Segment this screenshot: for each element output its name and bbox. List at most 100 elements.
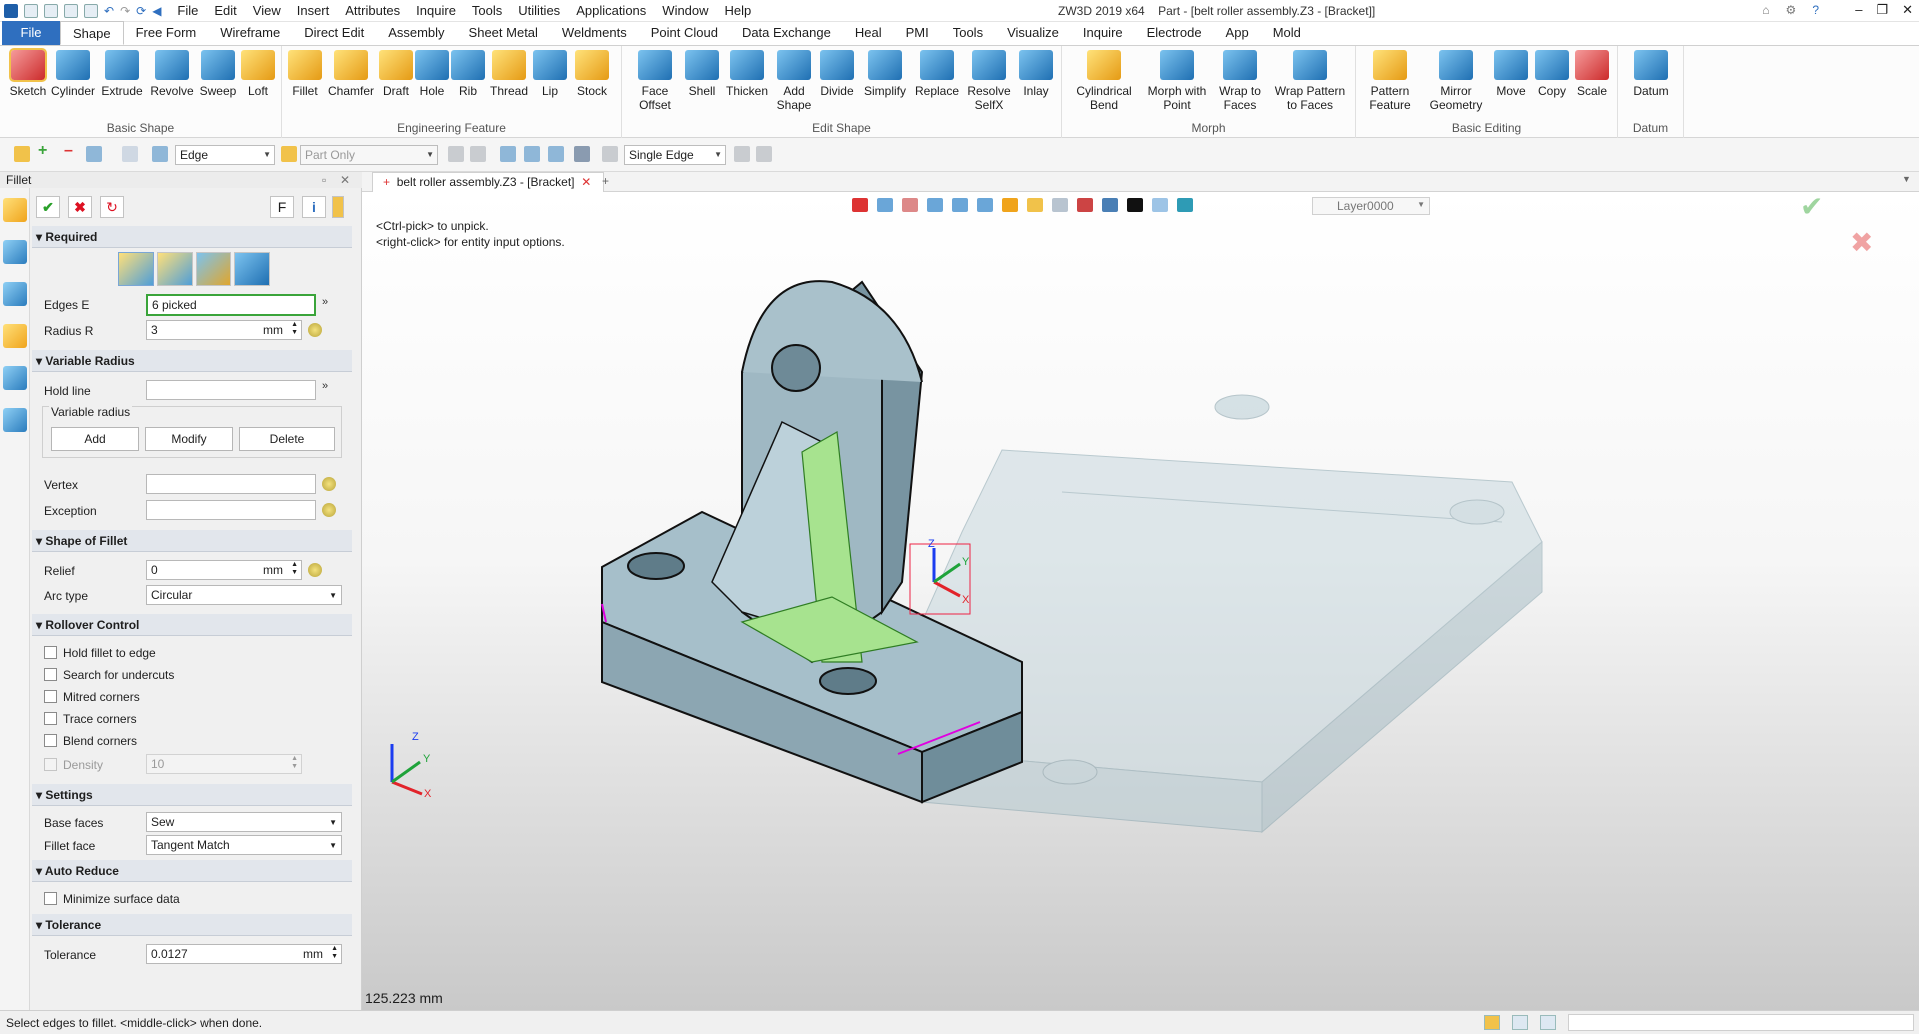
blend-corners-checkbox[interactable] [44,734,57,747]
tolerance-input[interactable]: 0.0127 mm ▲ ▼ [146,944,342,964]
variable-fillet-icon[interactable] [156,252,193,286]
pin-icon[interactable]: ▫ [322,172,326,188]
tab-visualize[interactable]: Visualize [995,21,1071,45]
scope-combo[interactable]: Part Only ▼ [300,145,438,165]
tab-shape[interactable]: Shape [60,21,124,45]
tab-heal[interactable]: Heal [843,21,894,45]
cursor-tool-icon[interactable] [574,146,590,162]
face-offset-button[interactable]: Face Offset [628,50,682,112]
apply-button[interactable]: ↻ [100,196,124,218]
menu-insert[interactable]: Insert [289,3,338,18]
pick-options-icon[interactable] [86,146,102,162]
menu-applications[interactable]: Applications [568,3,654,18]
cylindrical-bend-button[interactable]: Cylindrical Bend [1072,50,1136,112]
menu-window[interactable]: Window [654,3,716,18]
draft-button[interactable]: Draft [376,50,416,98]
part-scope-icon[interactable] [281,146,297,162]
tab-data-exchange[interactable]: Data Exchange [730,21,843,45]
thread-button[interactable]: Thread [486,50,532,98]
extrude-button[interactable]: Extrude [98,50,146,98]
print-selection-icon[interactable] [470,146,486,162]
menu-inquire[interactable]: Inquire [408,3,464,18]
copy-button[interactable]: Copy [1532,50,1572,98]
ok-button[interactable]: ✔ [36,196,60,218]
part-manager-icon[interactable] [3,324,27,348]
menu-utilities[interactable]: Utilities [510,3,568,18]
menu-file[interactable]: File [169,3,206,18]
assembly-tree-icon[interactable] [3,282,27,306]
section-settings[interactable]: ▾ Settings [32,784,352,806]
face-fillet-icon[interactable] [195,252,232,286]
section-rollover-control[interactable]: ▾ Rollover Control [32,614,352,636]
tab-point-cloud[interactable]: Point Cloud [639,21,730,45]
exception-pick-icon[interactable] [322,503,336,517]
tab-wireframe[interactable]: Wireframe [208,21,292,45]
sketch-button[interactable]: Sketch [6,48,50,98]
stock-button[interactable]: Stock [572,50,612,98]
search-undercuts-checkbox[interactable] [44,668,57,681]
radius-input[interactable]: 3 mm ▲ ▼ [146,320,302,340]
modify-button[interactable]: Modify [145,427,233,451]
hold-fillet-checkbox[interactable] [44,646,57,659]
add-button[interactable]: Add [51,427,139,451]
close-tab-icon[interactable]: ✕ [581,175,591,189]
move-button[interactable]: Move [1490,50,1532,98]
arc-type-select[interactable]: Circular ▼ [146,585,342,605]
menu-help[interactable]: Help [717,3,760,18]
order-icon[interactable] [548,146,564,162]
image-manager-icon[interactable] [3,366,27,390]
vertex-pick-icon[interactable] [322,477,336,491]
tab-direct-edit[interactable]: Direct Edit [292,21,376,45]
section-auto-reduce[interactable]: ▾ Auto Reduce [32,860,352,882]
base-faces-select[interactable]: Sew ▼ [146,812,342,832]
expand-edges-icon[interactable]: » [322,296,328,308]
pick-mode-combo[interactable]: Single Edge ▼ [624,145,726,165]
replace-button[interactable]: Replace [912,50,962,98]
filter-icon[interactable] [152,146,168,162]
loft-button[interactable]: Loft [238,50,278,98]
radius-pick-icon[interactable] [308,323,322,337]
revolve-button[interactable]: Revolve [148,50,196,98]
tab-menu-icon[interactable]: ▼ [1902,174,1911,184]
settings-gear-icon[interactable]: ⚙ [1786,3,1797,17]
tab-weldments[interactable]: Weldments [550,21,639,45]
pick-cursor-icon[interactable] [734,146,750,162]
pattern-feature-button[interactable]: Pattern Feature [1358,50,1422,112]
select-all-icon[interactable] [448,146,464,162]
constant-fillet-icon[interactable] [118,252,154,286]
full-round-fillet-icon[interactable] [234,252,270,286]
sweep-button[interactable]: Sweep [196,50,240,98]
lasso-icon[interactable] [122,146,138,162]
minimize-button[interactable]: – [1855,2,1862,18]
menu-edit[interactable]: Edit [206,3,244,18]
simplify-button[interactable]: Simplify [858,50,912,98]
help-icon[interactable]: ? [1812,3,1819,17]
add-shape-button[interactable]: Add Shape [772,50,816,112]
delete-button[interactable]: Delete [239,427,335,451]
fillet-face-select[interactable]: Tangent Match ▼ [146,835,342,855]
scale-button[interactable]: Scale [1572,50,1612,98]
status-toggle-3-icon[interactable] [1540,1015,1556,1030]
new-tab-icon[interactable]: + [602,174,609,188]
distribute-icon[interactable] [524,146,540,162]
save-icon[interactable] [64,3,78,18]
tab-pmi[interactable]: PMI [894,21,941,45]
open-folder-icon[interactable] [44,3,58,18]
tab-app[interactable]: App [1214,21,1261,45]
lip-button[interactable]: Lip [532,50,568,98]
exception-input[interactable] [146,500,316,520]
expand-hold-line-icon[interactable]: » [322,380,328,392]
feature-manager-icon[interactable] [3,198,27,222]
pick-settings-icon[interactable] [756,146,772,162]
edges-input[interactable]: 6 picked [146,294,316,316]
trace-corners-checkbox[interactable] [44,712,57,725]
3d-viewport[interactable]: Layer0000 ▼ <Ctrl-pick> to unpick. <right… [362,191,1919,1010]
tab-electrode[interactable]: Electrode [1135,21,1214,45]
help-tab-icon[interactable] [332,196,344,218]
tab-file[interactable]: File [2,21,60,45]
undo-icon[interactable]: ↶ [104,4,114,18]
filter-combo[interactable]: Edge ▼ [175,145,275,165]
relief-pick-icon[interactable] [308,563,322,577]
remove-pick-icon[interactable]: – [64,142,73,160]
wrap-to-faces-button[interactable]: Wrap to Faces [1214,50,1266,112]
